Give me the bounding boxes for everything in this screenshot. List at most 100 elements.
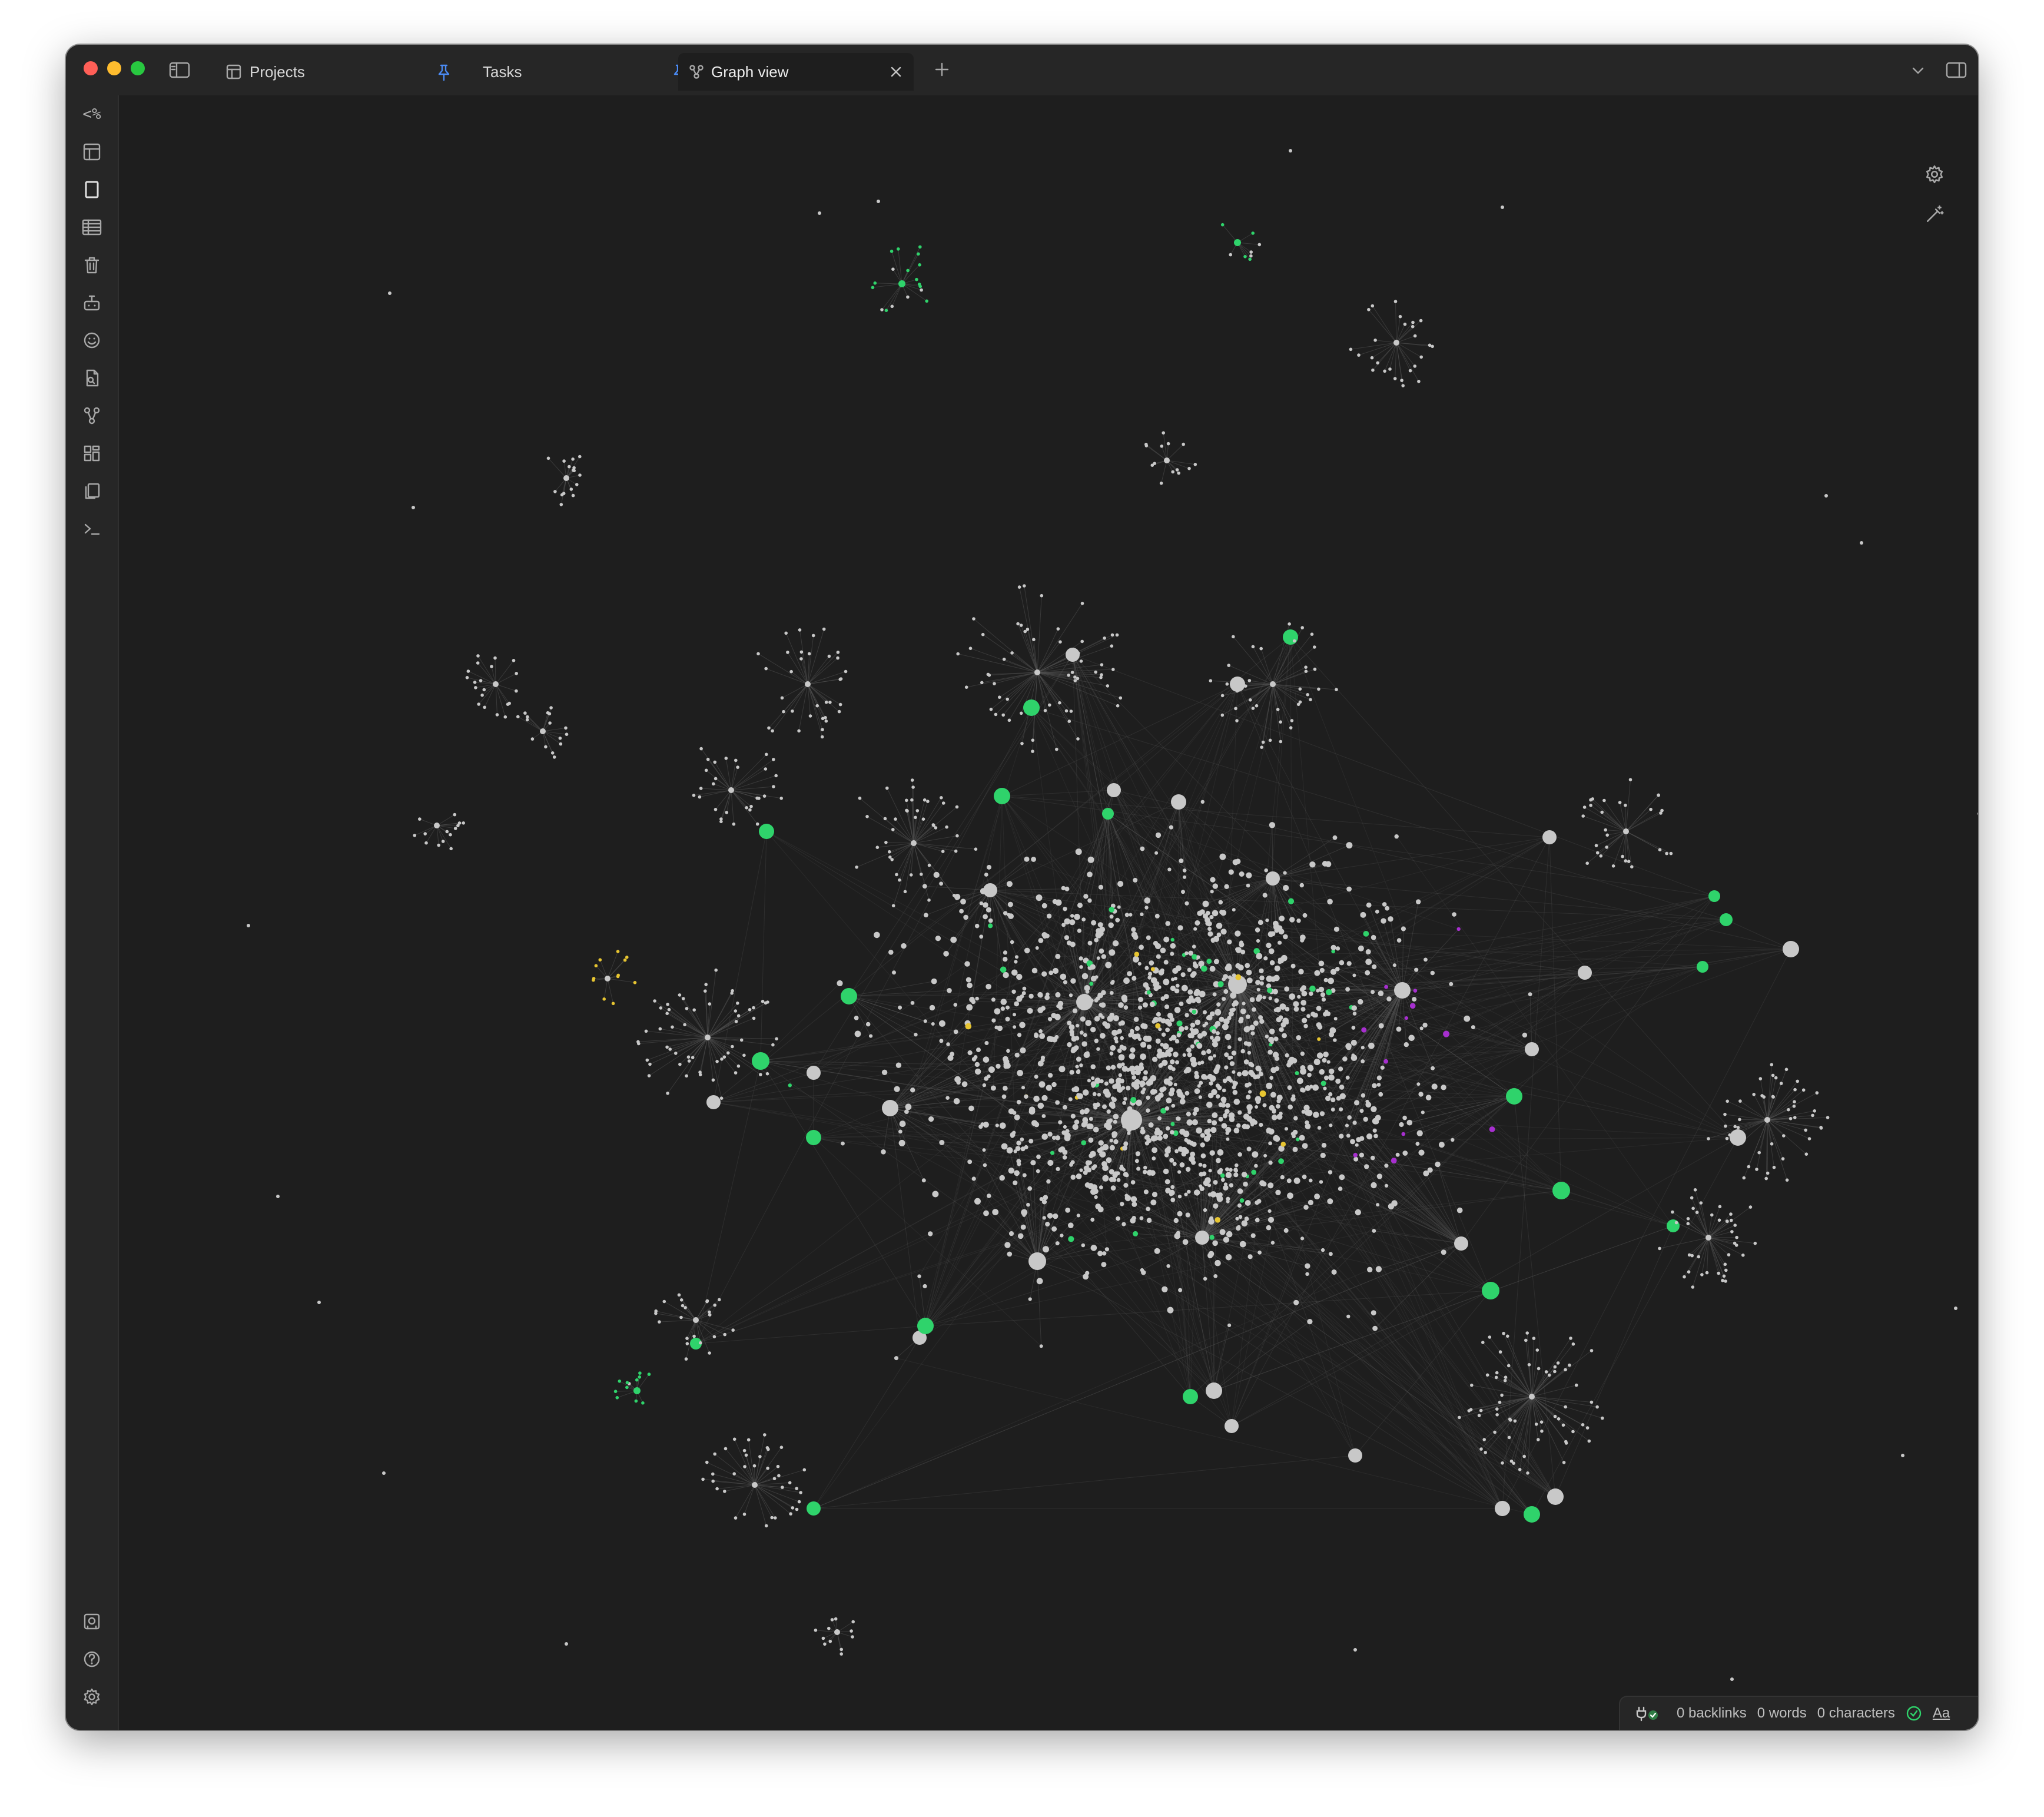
graph-node[interactable] xyxy=(1243,255,1247,258)
graph-node[interactable] xyxy=(1210,1127,1217,1133)
graph-view-canvas[interactable] xyxy=(119,95,1978,1730)
graph-node[interactable] xyxy=(1267,1049,1273,1055)
graph-node[interactable] xyxy=(544,745,548,749)
graph-hub-node[interactable] xyxy=(1348,1448,1362,1463)
graph-node[interactable] xyxy=(1181,890,1185,894)
graph-node[interactable] xyxy=(1324,1075,1329,1080)
graph-node[interactable] xyxy=(1101,1262,1107,1268)
graph-node[interactable] xyxy=(1206,1049,1212,1055)
graph-node[interactable] xyxy=(1245,1200,1251,1206)
graph-node[interactable] xyxy=(423,832,427,835)
graph-node[interactable] xyxy=(1229,1168,1233,1172)
graph-node[interactable] xyxy=(1055,953,1061,959)
graph-node[interactable] xyxy=(923,1284,927,1289)
graph-node[interactable] xyxy=(1274,1056,1280,1062)
graph-node[interactable] xyxy=(1295,1071,1299,1076)
graph-node[interactable] xyxy=(1339,1093,1346,1100)
graph-node[interactable] xyxy=(1085,1020,1092,1026)
graph-node[interactable] xyxy=(1901,1454,1904,1457)
graph-node[interactable] xyxy=(1306,693,1309,697)
graph-node[interactable] xyxy=(711,1078,715,1082)
graph-node[interactable] xyxy=(1199,990,1206,997)
graph-node[interactable] xyxy=(1263,1153,1267,1158)
graph-node[interactable] xyxy=(1365,1102,1372,1108)
graph-node[interactable] xyxy=(1335,946,1340,951)
graph-node[interactable] xyxy=(1172,1162,1177,1166)
graph-node[interactable] xyxy=(905,808,908,813)
graph-node[interactable] xyxy=(1274,965,1280,972)
graph-node[interactable] xyxy=(979,934,984,939)
graph-node[interactable] xyxy=(1070,1032,1074,1037)
graph-node[interactable] xyxy=(767,726,771,730)
graph-node[interactable] xyxy=(1070,1175,1076,1180)
graph-node[interactable] xyxy=(1222,1088,1226,1093)
graph-node[interactable] xyxy=(1230,1007,1236,1013)
graph-node[interactable] xyxy=(1717,1218,1721,1222)
graph-node[interactable] xyxy=(712,1335,716,1339)
graph-node[interactable] xyxy=(1391,1158,1397,1163)
graph-node[interactable] xyxy=(980,888,987,894)
graph-node[interactable] xyxy=(1090,1218,1095,1222)
graph-node[interactable] xyxy=(1064,918,1070,925)
graph-node[interactable] xyxy=(1366,902,1372,908)
graph-node[interactable] xyxy=(1781,1157,1785,1161)
graph-node[interactable] xyxy=(1539,1420,1544,1424)
graph-node[interactable] xyxy=(1415,1142,1420,1146)
graph-node[interactable] xyxy=(1771,1073,1775,1077)
graph-node[interactable] xyxy=(983,1056,990,1063)
graph-node[interactable] xyxy=(1237,1072,1242,1077)
graph-node[interactable] xyxy=(875,845,880,849)
graph-node[interactable] xyxy=(1052,967,1059,974)
graph-node[interactable] xyxy=(1175,1060,1179,1065)
graph-node[interactable] xyxy=(1177,1195,1182,1199)
graph-node[interactable] xyxy=(1047,1159,1054,1166)
graph-node[interactable] xyxy=(1212,1112,1218,1119)
graph-node[interactable] xyxy=(1209,966,1216,972)
graph-node[interactable] xyxy=(1254,1163,1258,1168)
graph-node[interactable] xyxy=(808,714,812,718)
graph-node[interactable] xyxy=(1394,834,1399,839)
graph-node[interactable] xyxy=(1010,940,1014,944)
graph-node[interactable] xyxy=(1031,738,1035,742)
graph-node[interactable] xyxy=(1186,1112,1191,1117)
graph-node[interactable] xyxy=(1091,920,1097,926)
graph-node[interactable] xyxy=(1123,977,1130,984)
graph-node[interactable] xyxy=(910,778,914,782)
graph-node[interactable] xyxy=(1400,379,1403,382)
graph-node[interactable] xyxy=(1208,1055,1213,1061)
graph-node[interactable] xyxy=(731,1045,734,1049)
graph-hub-node[interactable] xyxy=(706,1095,721,1109)
graph-node[interactable] xyxy=(1160,947,1166,954)
graph-node[interactable] xyxy=(745,806,748,810)
graph-node[interactable] xyxy=(1331,1269,1337,1275)
graph-node[interactable] xyxy=(1116,1171,1120,1176)
graph-node[interactable] xyxy=(1727,1253,1731,1256)
graph-node[interactable] xyxy=(921,1178,926,1183)
graph-node[interactable] xyxy=(1090,1064,1096,1070)
graph-node[interactable] xyxy=(967,1050,973,1056)
graph-node[interactable] xyxy=(946,1042,950,1046)
graph-node[interactable] xyxy=(917,252,920,256)
graph-node[interactable] xyxy=(1310,1012,1316,1017)
graph-node[interactable] xyxy=(1724,1124,1727,1128)
graph-node[interactable] xyxy=(1352,1012,1357,1016)
graph-node[interactable] xyxy=(1169,1014,1174,1020)
graph-node[interactable] xyxy=(1041,932,1047,938)
graph-node[interactable] xyxy=(1232,1085,1236,1090)
graph-node[interactable] xyxy=(1003,911,1008,916)
graph-node[interactable] xyxy=(1194,996,1201,1003)
graph-node[interactable] xyxy=(1271,1114,1278,1120)
graph-node[interactable] xyxy=(1040,1006,1046,1011)
graph-node[interactable] xyxy=(724,1447,728,1451)
graph-node[interactable] xyxy=(1112,940,1119,947)
graph-node[interactable] xyxy=(1237,1188,1243,1194)
graph-node[interactable] xyxy=(1524,1338,1528,1342)
graph-node[interactable] xyxy=(1259,1122,1263,1128)
graph-node[interactable] xyxy=(1196,955,1200,959)
graph-node[interactable] xyxy=(1003,957,1008,962)
graph-node[interactable] xyxy=(1043,709,1047,712)
graph-node[interactable] xyxy=(1235,974,1242,980)
backlinks-count[interactable]: 0 backlinks xyxy=(1677,1705,1747,1722)
graph-node[interactable] xyxy=(1083,1165,1089,1171)
graph-node[interactable] xyxy=(1177,1211,1183,1216)
